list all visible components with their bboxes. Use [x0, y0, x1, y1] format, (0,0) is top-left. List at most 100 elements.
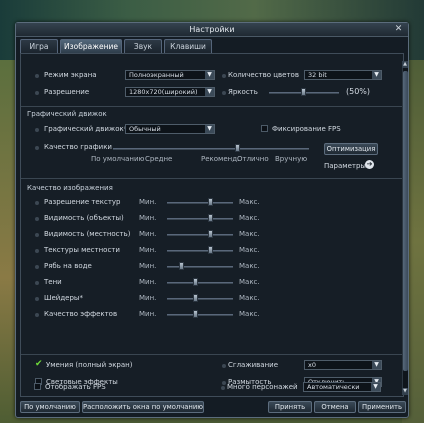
- divider: [21, 106, 403, 107]
- show-fps-checkbox[interactable]: [34, 383, 41, 390]
- min-label: Мин.: [139, 198, 157, 206]
- color-depth-value: 32 bit: [308, 71, 327, 79]
- engine-select[interactable]: Обычный ▼: [125, 124, 215, 134]
- chevron-down-icon: ▼: [205, 125, 214, 133]
- bullet-icon: [35, 281, 39, 285]
- quality-slider-track[interactable]: [167, 282, 233, 284]
- bullet-icon: [222, 91, 226, 95]
- brightness-slider-knob[interactable]: [301, 88, 306, 96]
- quality-label: Качество графики: [44, 143, 112, 151]
- chevron-down-icon: ▼: [205, 71, 214, 79]
- quality-row-label: Шейдеры*: [44, 294, 83, 302]
- bullet-icon: [35, 146, 39, 150]
- many-chars-value: Автоматически: [307, 383, 360, 391]
- resolution-label: Разрешение: [44, 88, 90, 96]
- screen-mode-select[interactable]: Полноэкранный ▼: [125, 70, 215, 80]
- close-icon[interactable]: ✕: [393, 24, 404, 35]
- cancel-button[interactable]: Отмена: [314, 401, 356, 413]
- screen-mode-label: Режим экрана: [44, 71, 97, 79]
- bullet-icon: [222, 381, 226, 385]
- quality-slider-track[interactable]: [167, 202, 233, 204]
- quality-slider-track[interactable]: [167, 298, 233, 300]
- chevron-down-icon: ▼: [372, 71, 381, 79]
- arrange-windows-button[interactable]: Расположить окна по умолчанию: [82, 401, 204, 413]
- quality-row-label: Тени: [44, 278, 62, 286]
- quality-slider-knob[interactable]: [208, 246, 214, 254]
- min-label: Мин.: [139, 246, 157, 254]
- tab-keys[interactable]: Клавиши: [164, 39, 212, 53]
- bullet-icon: [35, 201, 39, 205]
- scrollbar-thumb[interactable]: [403, 71, 408, 371]
- max-label: Макс.: [239, 214, 260, 222]
- title-bar[interactable]: Настройки ✕: [16, 23, 408, 37]
- quality-slider-knob[interactable]: [193, 310, 199, 318]
- fps-lock-checkbox[interactable]: [261, 125, 268, 132]
- bullet-icon: [35, 128, 39, 132]
- chevron-down-icon: ▼: [205, 88, 214, 96]
- checkmark-icon[interactable]: ✔: [35, 360, 43, 369]
- accept-button[interactable]: Принять: [268, 401, 312, 413]
- quality-row-label: Текстуры местности: [44, 246, 120, 254]
- image-quality-section-title: Качество изображения: [27, 184, 113, 192]
- arrow-right-icon[interactable]: ➔: [365, 160, 374, 169]
- bullet-icon: [35, 313, 39, 317]
- tab-game[interactable]: Игра: [20, 39, 58, 53]
- scroll-up-icon[interactable]: ▲: [402, 61, 408, 68]
- scale-default: По умолчанию: [91, 155, 145, 163]
- quality-slider-knob[interactable]: [208, 198, 214, 206]
- fps-lock-label: Фиксирование FPS: [272, 125, 341, 133]
- min-label: Мин.: [139, 278, 157, 286]
- bullet-icon: [35, 249, 39, 253]
- quality-slider-knob[interactable]: [193, 294, 199, 302]
- color-depth-select[interactable]: 32 bit ▼: [304, 70, 382, 80]
- quality-slider-knob[interactable]: [193, 278, 199, 286]
- brightness-value: (50%): [346, 87, 371, 96]
- min-label: Мин.: [139, 310, 157, 318]
- quality-slider-knob[interactable]: [235, 144, 241, 152]
- quality-slider-track[interactable]: [167, 266, 233, 268]
- optimize-button[interactable]: Оптимизация: [324, 143, 378, 155]
- antialias-select[interactable]: x0 ▼: [304, 360, 382, 370]
- many-chars-select[interactable]: Автоматически ▼: [303, 382, 381, 392]
- engine-label: Графический движок*: [44, 125, 128, 133]
- scale-recommended: Рекоменд.: [201, 155, 240, 163]
- default-button[interactable]: По умолчанию: [20, 401, 80, 413]
- settings-panel: Режим экрана Полноэкранный ▼ Количество …: [20, 53, 404, 397]
- quality-row-label: Рябь на воде: [44, 262, 92, 270]
- quality-slider-track[interactable]: [113, 148, 309, 150]
- scale-medium: Средне: [145, 155, 173, 163]
- bullet-icon: [35, 217, 39, 221]
- show-fps-label: Отображать FPS: [45, 383, 106, 391]
- antialias-label: Сглаживание: [228, 361, 279, 369]
- quality-slider-knob[interactable]: [178, 262, 184, 270]
- antialias-value: x0: [308, 361, 316, 369]
- quality-slider-track[interactable]: [167, 234, 233, 236]
- bullet-icon: [221, 386, 225, 390]
- skills-fullscreen-label: Умения (полный экран): [46, 361, 133, 369]
- apply-button[interactable]: Применить: [358, 401, 406, 413]
- chevron-down-icon: ▼: [372, 361, 381, 369]
- color-depth-label: Количество цветов: [228, 71, 299, 79]
- quality-row-label: Разрешение текстур: [44, 198, 121, 206]
- quality-slider-knob[interactable]: [208, 230, 214, 238]
- bullet-icon: [35, 233, 39, 237]
- scroll-down-icon[interactable]: ▼: [402, 388, 408, 395]
- quality-slider-knob[interactable]: [208, 214, 214, 222]
- resolution-select[interactable]: 1280x720(широкий) ▼: [125, 87, 215, 97]
- quality-slider-track[interactable]: [167, 314, 233, 316]
- quality-row-label: Видимость (объекты): [44, 214, 124, 222]
- window-title: Настройки: [189, 25, 235, 34]
- tab-image[interactable]: Изображение: [60, 39, 122, 53]
- bullet-icon: [222, 74, 226, 78]
- max-label: Макс.: [239, 230, 260, 238]
- max-label: Макс.: [239, 294, 260, 302]
- params-link[interactable]: Параметры: [324, 162, 366, 170]
- min-label: Мин.: [139, 230, 157, 238]
- quality-slider-track[interactable]: [167, 218, 233, 220]
- divider: [21, 354, 403, 355]
- brightness-label: Яркость: [228, 88, 258, 96]
- max-label: Макс.: [239, 310, 260, 318]
- tab-sound[interactable]: Звук: [124, 39, 162, 53]
- quality-slider-track[interactable]: [167, 250, 233, 252]
- bullet-icon: [35, 297, 39, 301]
